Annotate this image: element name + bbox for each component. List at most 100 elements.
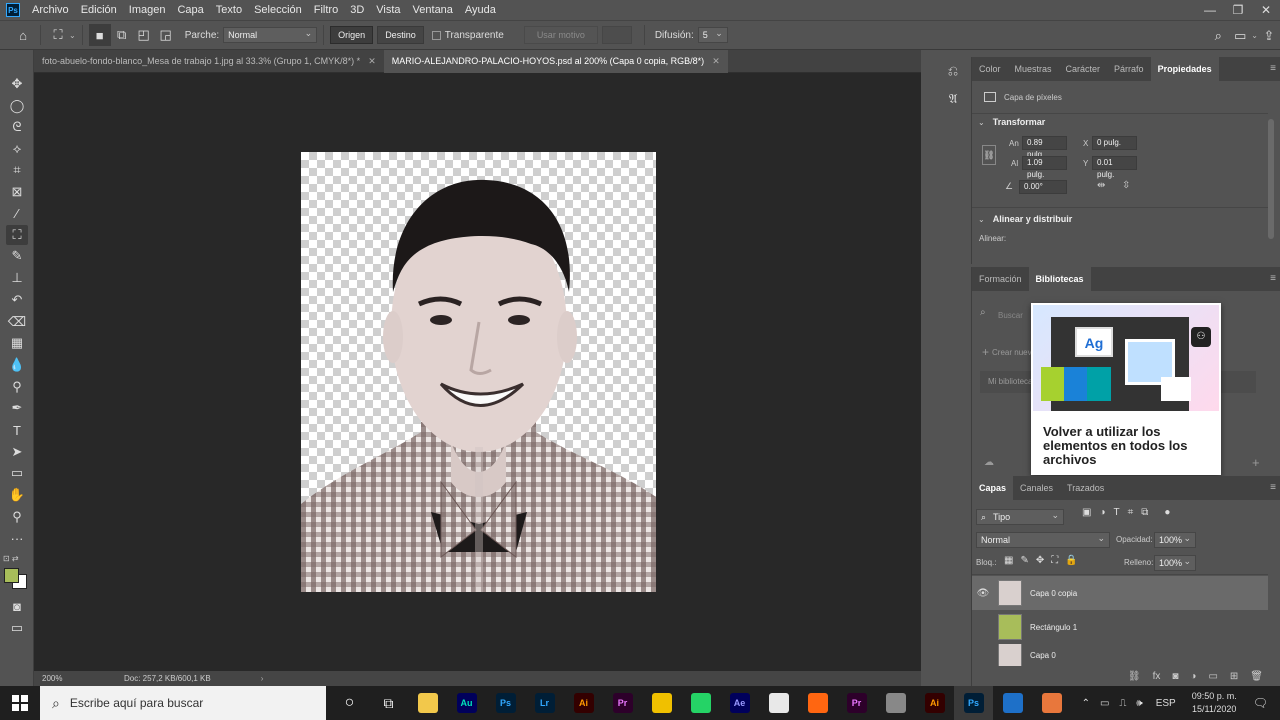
subtract-selection-icon[interactable]: ◰ (133, 24, 155, 46)
taskbar-app-icon[interactable] (876, 686, 915, 720)
blend-mode-select[interactable]: Normal (976, 531, 1110, 548)
notifications-icon[interactable]: 🗨 (1253, 696, 1268, 710)
taskbar-app-icon[interactable] (993, 686, 1032, 720)
lock-all-icon[interactable]: 🔒 (1065, 555, 1077, 566)
quick-mask-icon[interactable]: ◙ (6, 596, 28, 616)
patch-tool-icon[interactable]: ⛶ (6, 225, 28, 245)
transparent-checkbox[interactable] (431, 30, 441, 40)
fill-field[interactable]: 100% (1154, 554, 1196, 571)
menu-vista[interactable]: Vista (370, 0, 406, 20)
minimize-button[interactable]: — (1196, 0, 1224, 20)
taskbar-app-icon[interactable]: Au (447, 686, 486, 720)
move-tool-icon[interactable]: ✥ (6, 74, 28, 94)
close-icon[interactable]: ✕ (712, 50, 720, 73)
chevron-up-icon[interactable]: ⌃ (1082, 698, 1090, 709)
history-brush-tool-icon[interactable]: ↶ (6, 290, 28, 310)
taskbar-app-icon[interactable]: Ae (720, 686, 759, 720)
cloud-icon[interactable]: ☁ (984, 457, 994, 468)
tab-capas[interactable]: Capas (972, 476, 1014, 500)
create-library-button[interactable]: + Crear nueva (982, 345, 1036, 359)
path-selection-tool-icon[interactable]: ➤ (6, 442, 28, 462)
tab-color[interactable]: Color (972, 57, 1008, 81)
transform-section-header[interactable]: ⌄ Transformar (978, 117, 1045, 127)
new-layer-icon[interactable]: ⊞ (1230, 671, 1238, 682)
adjustment-layer-icon[interactable]: ◑ (1190, 671, 1196, 682)
zoom-tool-icon[interactable]: ⚲ (6, 507, 28, 527)
pattern-swatch[interactable] (601, 26, 632, 44)
taskbar-app-icon[interactable] (1032, 686, 1071, 720)
cortana-icon[interactable]: ○ (330, 686, 369, 720)
glyphs-panel-icon[interactable]: 𝔄 (942, 91, 964, 113)
delete-layer-icon[interactable]: 🗑 (1250, 671, 1263, 682)
patch-mode-select[interactable]: Normal (223, 26, 318, 43)
blur-tool-icon[interactable]: 💧 (6, 355, 28, 375)
flip-vertical-icon[interactable]: ⇳ (1122, 180, 1130, 191)
clock[interactable]: 09:50 p. m. 15/11/2020 (1192, 690, 1237, 716)
more-tools-icon[interactable]: ··· (6, 528, 28, 548)
taskbar-app-icon[interactable]: Lr (525, 686, 564, 720)
link-icon[interactable]: ⛓ (982, 145, 996, 165)
libraries-promo-popup[interactable]: Ag ⚇ Volver a utilizar los elementos en … (1031, 303, 1221, 475)
workspace-icon[interactable]: ▭ (1229, 25, 1251, 47)
lock-artboard-icon[interactable]: ⛶ (1051, 555, 1058, 566)
link-layers-icon[interactable]: ⛓ (1128, 671, 1141, 682)
library-search-input[interactable]: Buscar (998, 311, 1023, 320)
visibility-eye-icon[interactable]: 👁 (972, 588, 994, 599)
share-icon[interactable]: ⇪ (1258, 25, 1280, 47)
menu-capa[interactable]: Capa (171, 0, 209, 20)
angle-field[interactable]: 0.00° (1019, 180, 1067, 194)
quick-selection-tool-icon[interactable]: ⟡ (6, 139, 28, 159)
screen-mode-icon[interactable]: ▭ (6, 618, 28, 638)
intersect-selection-icon[interactable]: ◲ (155, 24, 177, 46)
lock-pixels-icon[interactable]: ✎ (1020, 555, 1028, 566)
menu-ayuda[interactable]: Ayuda (459, 0, 502, 20)
lasso-tool-icon[interactable]: ᘓ (6, 117, 28, 137)
lock-transparency-icon[interactable]: ▦ (1004, 555, 1013, 566)
filter-toggle-icon[interactable]: ● (1164, 507, 1170, 518)
taskbar-app-icon[interactable] (642, 686, 681, 720)
menu-ventana[interactable]: Ventana (407, 0, 459, 20)
menu-imagen[interactable]: Imagen (123, 0, 172, 20)
origin-button[interactable]: Origen (330, 26, 374, 44)
frame-tool-icon[interactable]: ⊠ (6, 182, 28, 202)
chevron-down-icon[interactable]: ⌄ (1251, 25, 1258, 47)
tab-canales[interactable]: Canales (1013, 476, 1060, 500)
layer-row[interactable]: ​ Capa 0 (972, 644, 1268, 666)
file-explorer-icon[interactable] (408, 686, 447, 720)
history-panel-icon[interactable]: ⎌ (942, 63, 964, 85)
diffusion-select[interactable]: 5 (697, 26, 728, 43)
use-pattern-button[interactable]: Usar motivo (523, 26, 598, 44)
taskbar-app-icon[interactable] (798, 686, 837, 720)
foreground-color-swatch[interactable] (4, 568, 19, 583)
flip-horizontal-icon[interactable]: ⇹ (1097, 180, 1105, 191)
tab-propiedades[interactable]: Propiedades (1150, 57, 1219, 81)
type-tool-icon[interactable]: T (6, 420, 28, 440)
home-icon[interactable]: ⌂ (12, 24, 34, 46)
taskbar-app-icon[interactable] (759, 686, 798, 720)
filter-pixel-icon[interactable]: ▣ (1082, 507, 1091, 518)
eraser-tool-icon[interactable]: ⌫ (6, 312, 28, 332)
pen-tool-icon[interactable]: ✒ (6, 398, 28, 418)
visibility-toggle[interactable]: ​ (972, 622, 994, 633)
width-field[interactable]: 0.89 pulg. (1022, 136, 1067, 159)
tab-parrafo[interactable]: Párrafo (1107, 57, 1151, 81)
close-icon[interactable]: ✕ (368, 50, 376, 73)
chevron-down-icon[interactable]: ⌄ (69, 31, 76, 40)
search-icon[interactable]: ⌕ (1207, 25, 1229, 47)
windows-start-icon[interactable] (0, 686, 40, 720)
taskbar-app-icon[interactable]: Pr (603, 686, 642, 720)
gradient-tool-icon[interactable]: ▦ (6, 333, 28, 353)
height-field[interactable]: 1.09 pulg. (1022, 156, 1067, 179)
y-field[interactable]: 0.01 pulg. (1092, 156, 1137, 179)
panel-menu-icon[interactable]: ≡ (1270, 267, 1276, 291)
visibility-toggle[interactable]: ​ (972, 650, 994, 661)
patch-tool-preset-icon[interactable]: ⛶ (47, 24, 69, 46)
network-icon[interactable]: ⎍ (1119, 698, 1126, 709)
scrollbar[interactable] (1268, 119, 1274, 239)
canvas-area[interactable] (34, 73, 921, 671)
add-mask-icon[interactable]: ◙ (1172, 671, 1178, 682)
dodge-tool-icon[interactable]: ⚲ (6, 377, 28, 397)
fx-icon[interactable]: fx (1153, 671, 1161, 682)
taskbar-app-icon[interactable]: Ai (564, 686, 603, 720)
doc-tab-foto-abuelo[interactable]: foto-abuelo-fondo-blanco_Mesa de trabajo… (34, 50, 384, 73)
